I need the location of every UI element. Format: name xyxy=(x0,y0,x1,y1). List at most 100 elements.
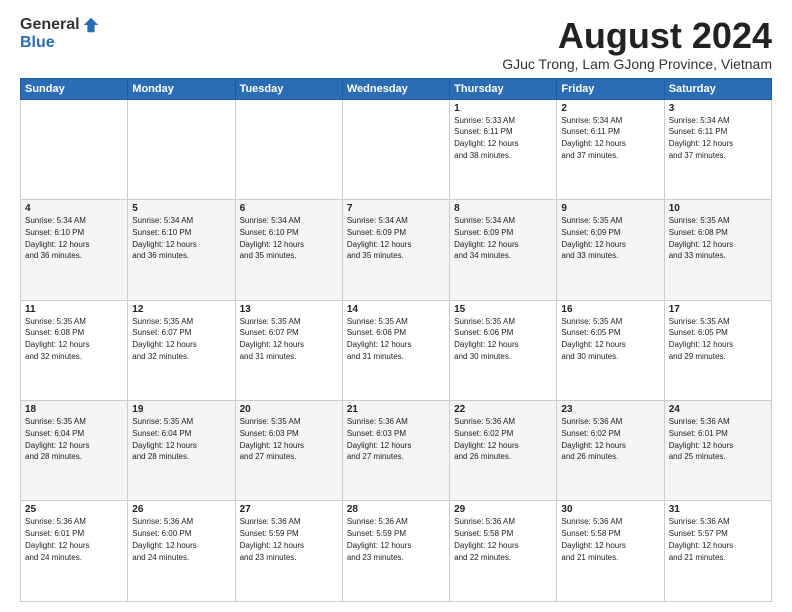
day-info: Sunrise: 5:36 AM Sunset: 6:01 PM Dayligh… xyxy=(25,517,89,561)
day-cell: 29Sunrise: 5:36 AM Sunset: 5:58 PM Dayli… xyxy=(450,501,557,602)
col-friday: Friday xyxy=(557,78,664,99)
day-cell: 4 Sunrise: 5:34 AM Sunset: 6:10 PM Daylig… xyxy=(21,200,128,300)
day-number: 16 xyxy=(561,304,659,315)
day-info: Sunrise: 5:35 AM Sunset: 6:07 PM Dayligh… xyxy=(240,317,304,361)
day-info: Sunrise: 5:35 AM Sunset: 6:05 PM Dayligh… xyxy=(669,317,733,361)
day-info: Sunrise: 5:36 AM Sunset: 6:02 PM Dayligh… xyxy=(561,417,625,461)
day-info: Sunrise: 5:35 AM Sunset: 6:04 PM Dayligh… xyxy=(132,417,196,461)
col-thursday: Thursday xyxy=(450,78,557,99)
day-number: 26 xyxy=(132,504,230,515)
day-number: 30 xyxy=(561,504,659,515)
location: GJuc Trong, Lam GJong Province, Vietnam xyxy=(502,56,772,72)
day-info: Sunrise: 5:36 AM Sunset: 6:02 PM Dayligh… xyxy=(454,417,518,461)
day-number: 15 xyxy=(454,304,552,315)
col-tuesday: Tuesday xyxy=(235,78,342,99)
header: General Blue August 2024 GJuc Trong, Lam… xyxy=(20,16,772,72)
day-number: 19 xyxy=(132,404,230,415)
calendar-table: Sunday Monday Tuesday Wednesday Thursday… xyxy=(20,78,772,602)
day-cell: 27 Sunrise: 5:36 AM Sunset: 5:59 PM Dayli… xyxy=(235,501,342,602)
day-info: Sunrise: 5:36 AM Sunset: 5:57 PM Dayligh… xyxy=(669,517,733,561)
day-number: 25 xyxy=(25,504,123,515)
day-number: 11 xyxy=(25,304,123,315)
day-cell: 22 Sunrise: 5:36 AM Sunset: 6:02 PM Dayli… xyxy=(450,401,557,501)
day-number: 1 xyxy=(454,103,552,114)
day-info: Sunrise: 5:36 AM Sunset: 5:59 PM Dayligh… xyxy=(240,517,304,561)
day-number: 31 xyxy=(669,504,767,515)
day-number: 10 xyxy=(669,203,767,214)
day-cell: 17 Sunrise: 5:35 AM Sunset: 6:05 PM Dayli… xyxy=(664,300,771,400)
day-info: Sunrise: 5:34 AM Sunset: 6:09 PM Dayligh… xyxy=(454,216,518,260)
week-row-3: 11Sunrise: 5:35 AM Sunset: 6:08 PM Dayli… xyxy=(21,300,772,400)
day-cell: 15Sunrise: 5:35 AM Sunset: 6:06 PM Dayli… xyxy=(450,300,557,400)
day-cell: 11Sunrise: 5:35 AM Sunset: 6:08 PM Dayli… xyxy=(21,300,128,400)
day-number: 23 xyxy=(561,404,659,415)
day-cell xyxy=(235,99,342,199)
col-saturday: Saturday xyxy=(664,78,771,99)
day-info: Sunrise: 5:34 AM Sunset: 6:10 PM Dayligh… xyxy=(240,216,304,260)
day-info: Sunrise: 5:35 AM Sunset: 6:04 PM Dayligh… xyxy=(25,417,89,461)
day-info: Sunrise: 5:34 AM Sunset: 6:09 PM Dayligh… xyxy=(347,216,411,260)
day-info: Sunrise: 5:34 AM Sunset: 6:11 PM Dayligh… xyxy=(561,116,625,160)
day-cell: 31 Sunrise: 5:36 AM Sunset: 5:57 PM Dayli… xyxy=(664,501,771,602)
logo-blue-text: Blue xyxy=(20,34,55,52)
month-title: August 2024 xyxy=(502,16,772,56)
day-number: 22 xyxy=(454,404,552,415)
day-cell: 3 Sunrise: 5:34 AM Sunset: 6:11 PM Daylig… xyxy=(664,99,771,199)
day-info: Sunrise: 5:36 AM Sunset: 6:00 PM Dayligh… xyxy=(132,517,196,561)
day-cell: 20Sunrise: 5:35 AM Sunset: 6:03 PM Dayli… xyxy=(235,401,342,501)
day-cell: 9 Sunrise: 5:35 AM Sunset: 6:09 PM Daylig… xyxy=(557,200,664,300)
day-number: 28 xyxy=(347,504,445,515)
logo-icon xyxy=(82,16,100,34)
day-cell xyxy=(342,99,449,199)
title-area: August 2024 GJuc Trong, Lam GJong Provin… xyxy=(502,16,772,72)
logo: General Blue xyxy=(20,16,100,52)
day-cell: 14 Sunrise: 5:35 AM Sunset: 6:06 PM Dayli… xyxy=(342,300,449,400)
day-info: Sunrise: 5:35 AM Sunset: 6:09 PM Dayligh… xyxy=(561,216,625,260)
day-cell xyxy=(128,99,235,199)
day-number: 27 xyxy=(240,504,338,515)
day-cell xyxy=(21,99,128,199)
day-info: Sunrise: 5:35 AM Sunset: 6:06 PM Dayligh… xyxy=(347,317,411,361)
day-number: 24 xyxy=(669,404,767,415)
day-info: Sunrise: 5:35 AM Sunset: 6:08 PM Dayligh… xyxy=(669,216,733,260)
day-cell: 24 Sunrise: 5:36 AM Sunset: 6:01 PM Dayli… xyxy=(664,401,771,501)
week-row-5: 25 Sunrise: 5:36 AM Sunset: 6:01 PM Dayli… xyxy=(21,501,772,602)
day-number: 7 xyxy=(347,203,445,214)
day-info: Sunrise: 5:34 AM Sunset: 6:11 PM Dayligh… xyxy=(669,116,733,160)
day-info: Sunrise: 5:36 AM Sunset: 6:01 PM Dayligh… xyxy=(669,417,733,461)
day-cell: 18Sunrise: 5:35 AM Sunset: 6:04 PM Dayli… xyxy=(21,401,128,501)
day-cell: 21 Sunrise: 5:36 AM Sunset: 6:03 PM Dayli… xyxy=(342,401,449,501)
day-number: 5 xyxy=(132,203,230,214)
day-cell: 16 Sunrise: 5:35 AM Sunset: 6:05 PM Dayli… xyxy=(557,300,664,400)
day-info: Sunrise: 5:35 AM Sunset: 6:03 PM Dayligh… xyxy=(240,417,304,461)
day-cell: 2Sunrise: 5:34 AM Sunset: 6:11 PM Daylig… xyxy=(557,99,664,199)
day-info: Sunrise: 5:36 AM Sunset: 5:58 PM Dayligh… xyxy=(454,517,518,561)
day-cell: 6Sunrise: 5:34 AM Sunset: 6:10 PM Daylig… xyxy=(235,200,342,300)
day-cell: 1Sunrise: 5:33 AM Sunset: 6:11 PM Daylig… xyxy=(450,99,557,199)
day-number: 14 xyxy=(347,304,445,315)
day-number: 9 xyxy=(561,203,659,214)
week-row-4: 18Sunrise: 5:35 AM Sunset: 6:04 PM Dayli… xyxy=(21,401,772,501)
day-number: 17 xyxy=(669,304,767,315)
day-info: Sunrise: 5:36 AM Sunset: 6:03 PM Dayligh… xyxy=(347,417,411,461)
day-info: Sunrise: 5:34 AM Sunset: 6:10 PM Dayligh… xyxy=(25,216,89,260)
day-number: 13 xyxy=(240,304,338,315)
day-number: 3 xyxy=(669,103,767,114)
day-number: 12 xyxy=(132,304,230,315)
day-info: Sunrise: 5:34 AM Sunset: 6:10 PM Dayligh… xyxy=(132,216,196,260)
day-cell: 12Sunrise: 5:35 AM Sunset: 6:07 PM Dayli… xyxy=(128,300,235,400)
col-wednesday: Wednesday xyxy=(342,78,449,99)
day-cell: 19 Sunrise: 5:35 AM Sunset: 6:04 PM Dayli… xyxy=(128,401,235,501)
day-number: 4 xyxy=(25,203,123,214)
header-row: Sunday Monday Tuesday Wednesday Thursday… xyxy=(21,78,772,99)
day-number: 21 xyxy=(347,404,445,415)
col-monday: Monday xyxy=(128,78,235,99)
day-cell: 25 Sunrise: 5:36 AM Sunset: 6:01 PM Dayli… xyxy=(21,501,128,602)
day-cell: 23 Sunrise: 5:36 AM Sunset: 6:02 PM Dayli… xyxy=(557,401,664,501)
day-info: Sunrise: 5:36 AM Sunset: 5:59 PM Dayligh… xyxy=(347,517,411,561)
logo-general-text: General xyxy=(20,16,80,34)
page: General Blue August 2024 GJuc Trong, Lam… xyxy=(0,0,792,612)
week-row-2: 4 Sunrise: 5:34 AM Sunset: 6:10 PM Daylig… xyxy=(21,200,772,300)
day-info: Sunrise: 5:35 AM Sunset: 6:05 PM Dayligh… xyxy=(561,317,625,361)
day-info: Sunrise: 5:36 AM Sunset: 5:58 PM Dayligh… xyxy=(561,517,625,561)
